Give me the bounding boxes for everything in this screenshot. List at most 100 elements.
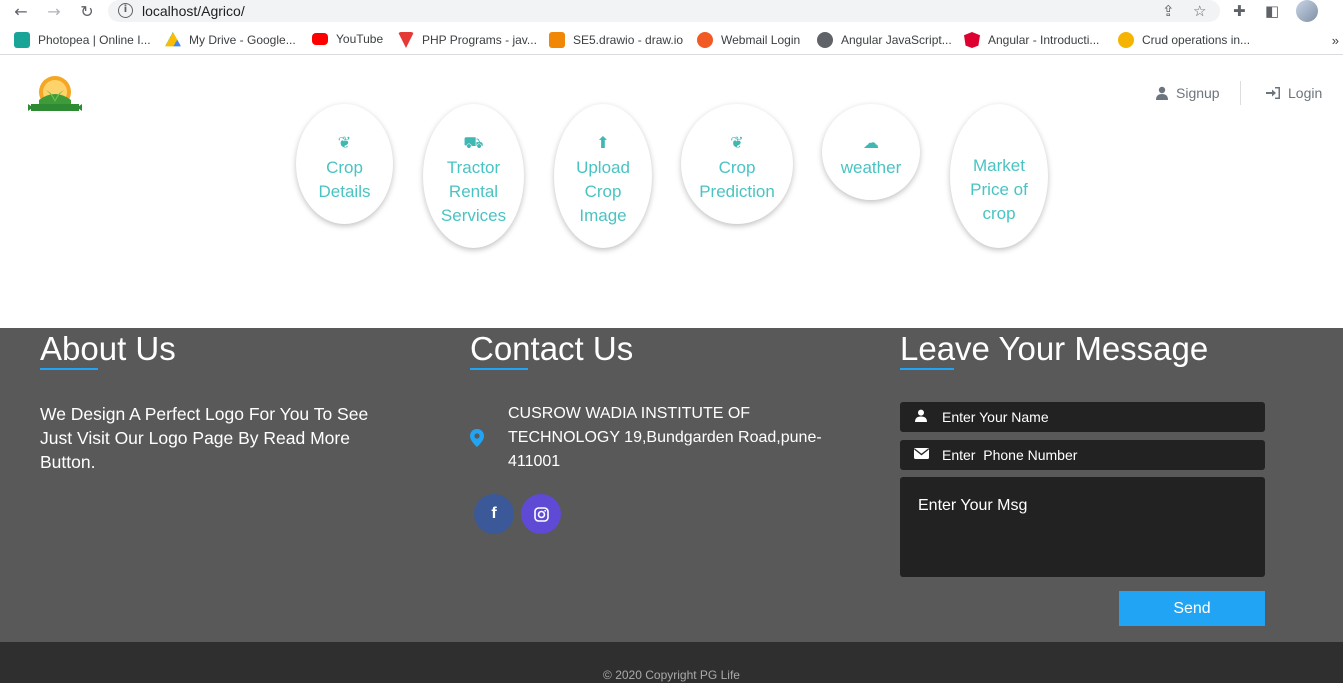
service-label: Rental	[448, 182, 499, 201]
instagram-icon	[533, 506, 549, 522]
youtube-icon	[312, 33, 328, 45]
copyright-text: © 2020 Copyright PG Life	[603, 668, 740, 682]
bookmark-google-drive[interactable]: My Drive - Google...	[165, 32, 296, 48]
address-bar[interactable]: i localhost/Agrico/ ⇪ ☆	[108, 0, 1220, 22]
bookmark-php-programs[interactable]: PHP Programs - jav...	[398, 32, 537, 48]
cloud-icon: ☁	[863, 133, 879, 152]
footer: About Us We Design A Perfect Logo For Yo…	[0, 328, 1343, 642]
login-link[interactable]: Login	[1266, 85, 1322, 101]
more-bookmarks-icon[interactable]: »	[1332, 33, 1339, 48]
service-label: Market	[973, 156, 1025, 175]
bookmark-angular-intro[interactable]: Angular - Introducti...	[964, 32, 1099, 48]
bookmark-label: Angular JavaScript...	[841, 33, 952, 47]
google-drive-icon	[165, 32, 181, 47]
lightbulb-icon	[1118, 32, 1134, 48]
service-label: Crop	[584, 182, 622, 201]
reload-icon[interactable]: ↻	[77, 1, 97, 21]
bookmark-label: YouTube	[336, 32, 384, 46]
site-info-icon[interactable]: i	[118, 3, 133, 18]
bookmark-label: Webmail Login	[721, 33, 801, 47]
upload-icon: ⬆	[596, 133, 610, 152]
message-textarea[interactable]	[900, 477, 1265, 577]
globe-icon	[817, 32, 833, 48]
phone-input[interactable]	[942, 447, 1242, 463]
browser-toolbar: ← → ↻ i localhost/Agrico/ ⇪ ☆ ✚ ◧	[0, 0, 1343, 22]
user-icon	[1156, 86, 1168, 100]
photopea-icon	[14, 32, 30, 48]
star-icon[interactable]: ☆	[1193, 2, 1206, 20]
bookmarks-bar: Photopea | Online I... My Drive - Google…	[0, 29, 1343, 55]
bookmark-label: SE5.drawio - draw.io	[573, 33, 684, 47]
sprout-icon: ❦	[730, 133, 744, 152]
service-label: Image	[579, 206, 627, 225]
service-label: crop	[982, 204, 1016, 223]
php-icon	[398, 32, 414, 48]
about-underline	[40, 368, 98, 370]
drawio-icon	[549, 32, 565, 48]
bookmark-label: Crud operations in...	[1142, 33, 1251, 47]
bookmark-webmail[interactable]: Webmail Login	[697, 32, 800, 48]
bookmark-drawio[interactable]: SE5.drawio - draw.io	[549, 32, 683, 48]
bookmark-youtube[interactable]: YouTube	[312, 32, 383, 46]
about-title: About Us	[40, 330, 176, 367]
facebook-icon: f	[491, 505, 497, 522]
map-marker-icon	[470, 429, 484, 447]
webmail-icon	[697, 32, 713, 48]
service-label: Crop	[718, 158, 756, 177]
envelope-icon	[900, 447, 942, 463]
bookmark-crud-operations[interactable]: Crud operations in...	[1118, 32, 1250, 48]
bookmark-label: Photopea | Online I...	[38, 33, 151, 47]
signup-label: Signup	[1176, 85, 1220, 101]
service-label: Details	[318, 182, 371, 201]
back-arrow-icon[interactable]: ←	[11, 1, 31, 21]
service-tractor-rental[interactable]: ⛟ Tractor Rental Services	[423, 104, 524, 248]
facebook-button[interactable]: f	[474, 494, 514, 534]
angular-icon	[964, 32, 980, 48]
service-crop-prediction[interactable]: ❦ Crop Prediction	[681, 104, 793, 224]
service-weather[interactable]: ☁ weather	[822, 104, 920, 200]
user-icon	[900, 409, 942, 426]
about-text: We Design A Perfect Logo For You To See …	[40, 404, 369, 472]
share-icon[interactable]: ⇪	[1162, 2, 1175, 20]
bookmark-angular-js[interactable]: Angular JavaScript...	[817, 32, 952, 48]
service-label: Prediction	[699, 182, 775, 201]
forward-arrow-icon[interactable]: →	[44, 1, 64, 21]
url-text: localhost/Agrico/	[142, 3, 245, 19]
contact-title: Contact Us	[470, 330, 634, 367]
site-header: Signup Login	[0, 60, 1343, 126]
extensions-icon[interactable]: ✚	[1233, 2, 1246, 20]
bookmark-label: My Drive - Google...	[189, 33, 296, 47]
contact-address: CUSROW WADIA INSTITUTE OF TECHNOLOGY 19,…	[508, 405, 822, 470]
agrico-logo[interactable]	[28, 74, 82, 114]
service-label: Price of	[970, 180, 1028, 199]
signup-link[interactable]: Signup	[1156, 85, 1220, 101]
contact-underline	[470, 368, 528, 370]
bookmark-photopea[interactable]: Photopea | Online I...	[14, 32, 151, 48]
bookmark-label: Angular - Introducti...	[988, 33, 1100, 47]
tractor-icon: ⛟	[463, 133, 484, 152]
service-label: Tractor	[446, 158, 501, 177]
message-title: Leave Your Message	[900, 330, 1209, 367]
send-button[interactable]: Send	[1119, 591, 1265, 626]
message-underline	[900, 368, 954, 370]
service-label: Crop	[326, 158, 363, 177]
service-market-price[interactable]: Market Price of crop	[950, 104, 1048, 248]
phone-field[interactable]	[900, 440, 1265, 470]
service-label: weather	[840, 158, 902, 177]
sign-in-icon	[1266, 87, 1280, 99]
name-input[interactable]	[942, 409, 1242, 425]
service-label: Upload	[576, 158, 630, 177]
service-upload-crop-image[interactable]: ⬆ Upload Crop Image	[554, 104, 652, 248]
bookmark-label: PHP Programs - jav...	[422, 33, 537, 47]
instagram-button[interactable]	[521, 494, 561, 534]
profile-avatar[interactable]	[1296, 0, 1318, 22]
header-divider	[1240, 81, 1241, 105]
service-crop-details[interactable]: ❦ Crop Details	[296, 104, 393, 224]
sidepanel-icon[interactable]: ◧	[1265, 2, 1279, 20]
copyright-bar: © 2020 Copyright PG Life	[0, 642, 1343, 683]
service-label: Services	[440, 206, 507, 225]
login-label: Login	[1288, 85, 1323, 101]
services-section: ❦ Crop Details ⛟ Tractor Rental Services…	[0, 104, 1343, 328]
name-field[interactable]	[900, 402, 1265, 432]
sprout-icon: ❦	[337, 133, 352, 152]
